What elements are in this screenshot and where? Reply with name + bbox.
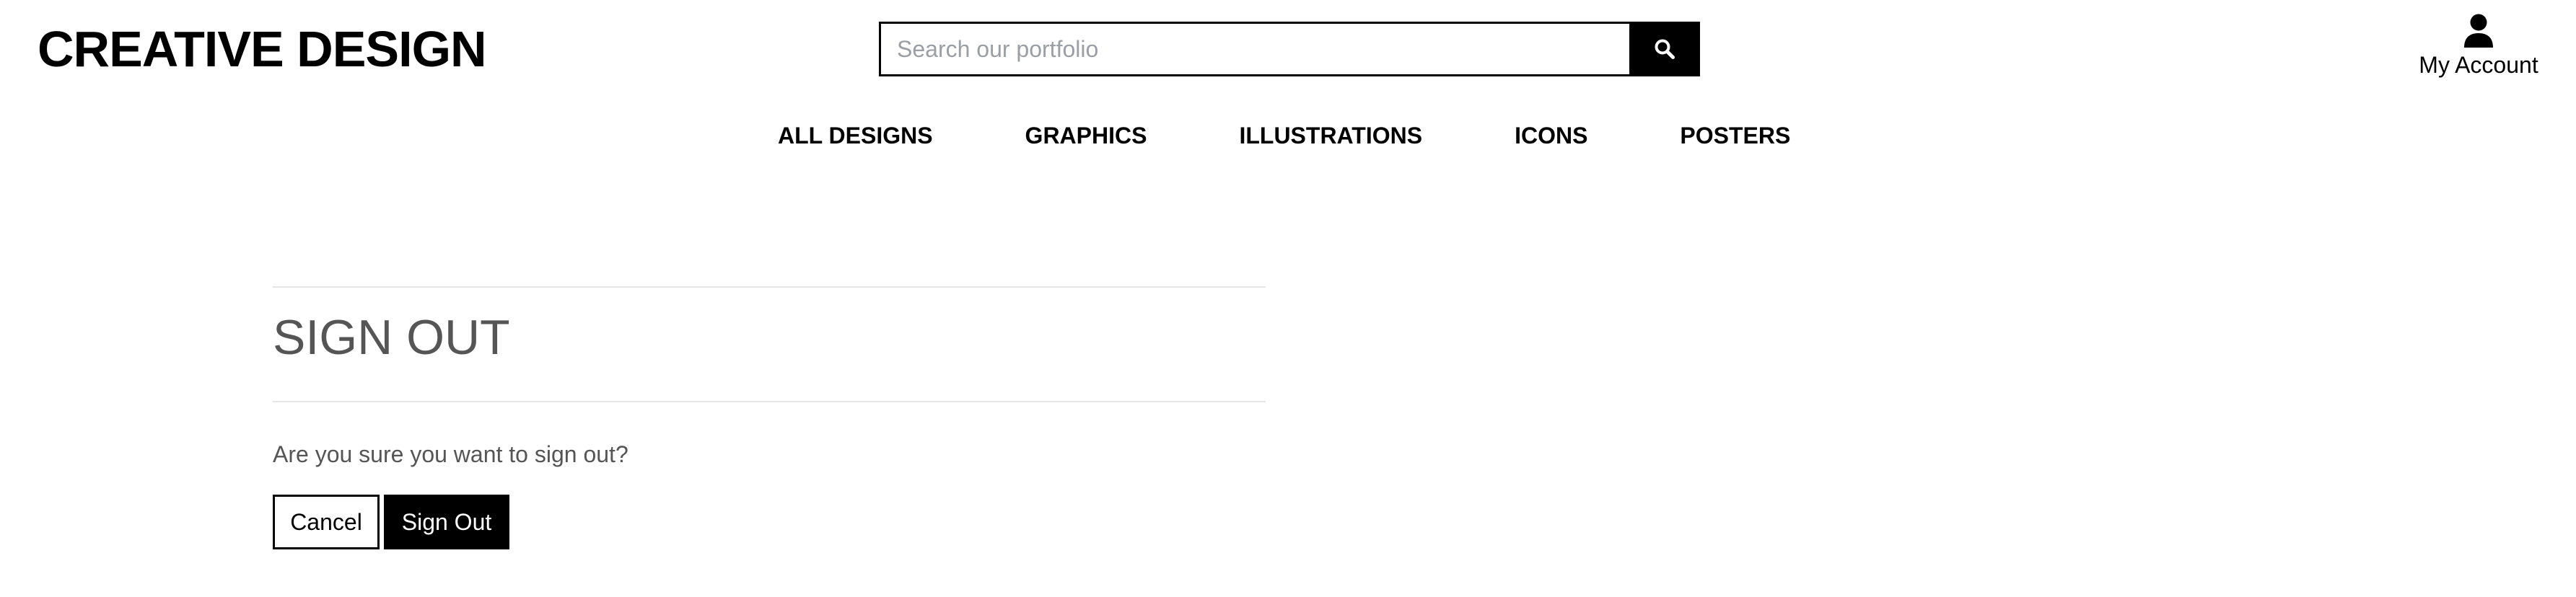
my-account-label: My Account	[2419, 52, 2538, 78]
nav-item-posters[interactable]: POSTERS	[1680, 120, 1790, 151]
search-form	[879, 22, 1700, 76]
nav-item-graphics[interactable]: GRAPHICS	[1025, 120, 1147, 151]
search-input[interactable]	[879, 22, 1629, 76]
site-logo[interactable]: CREATIVE DESIGN	[38, 20, 487, 78]
nav-item-illustrations[interactable]: ILLUSTRATIONS	[1239, 120, 1422, 151]
user-icon	[2464, 14, 2493, 48]
cancel-button[interactable]: Cancel	[273, 495, 380, 549]
nav-item-icons[interactable]: ICONS	[1515, 120, 1587, 151]
title-divider-top	[273, 286, 1266, 288]
signout-confirm-message: Are you sure you want to sign out?	[273, 441, 628, 467]
my-account-link[interactable]: My Account	[2410, 13, 2547, 79]
main-nav: ALL DESIGNS GRAPHICS ILLUSTRATIONS ICONS…	[778, 120, 1790, 151]
title-divider-bottom	[273, 401, 1266, 402]
nav-item-all-designs[interactable]: ALL DESIGNS	[778, 120, 933, 151]
search-button[interactable]	[1629, 22, 1700, 76]
search-icon	[1655, 39, 1675, 59]
sign-out-button[interactable]: Sign Out	[384, 495, 509, 549]
page-title: SIGN OUT	[273, 310, 510, 365]
